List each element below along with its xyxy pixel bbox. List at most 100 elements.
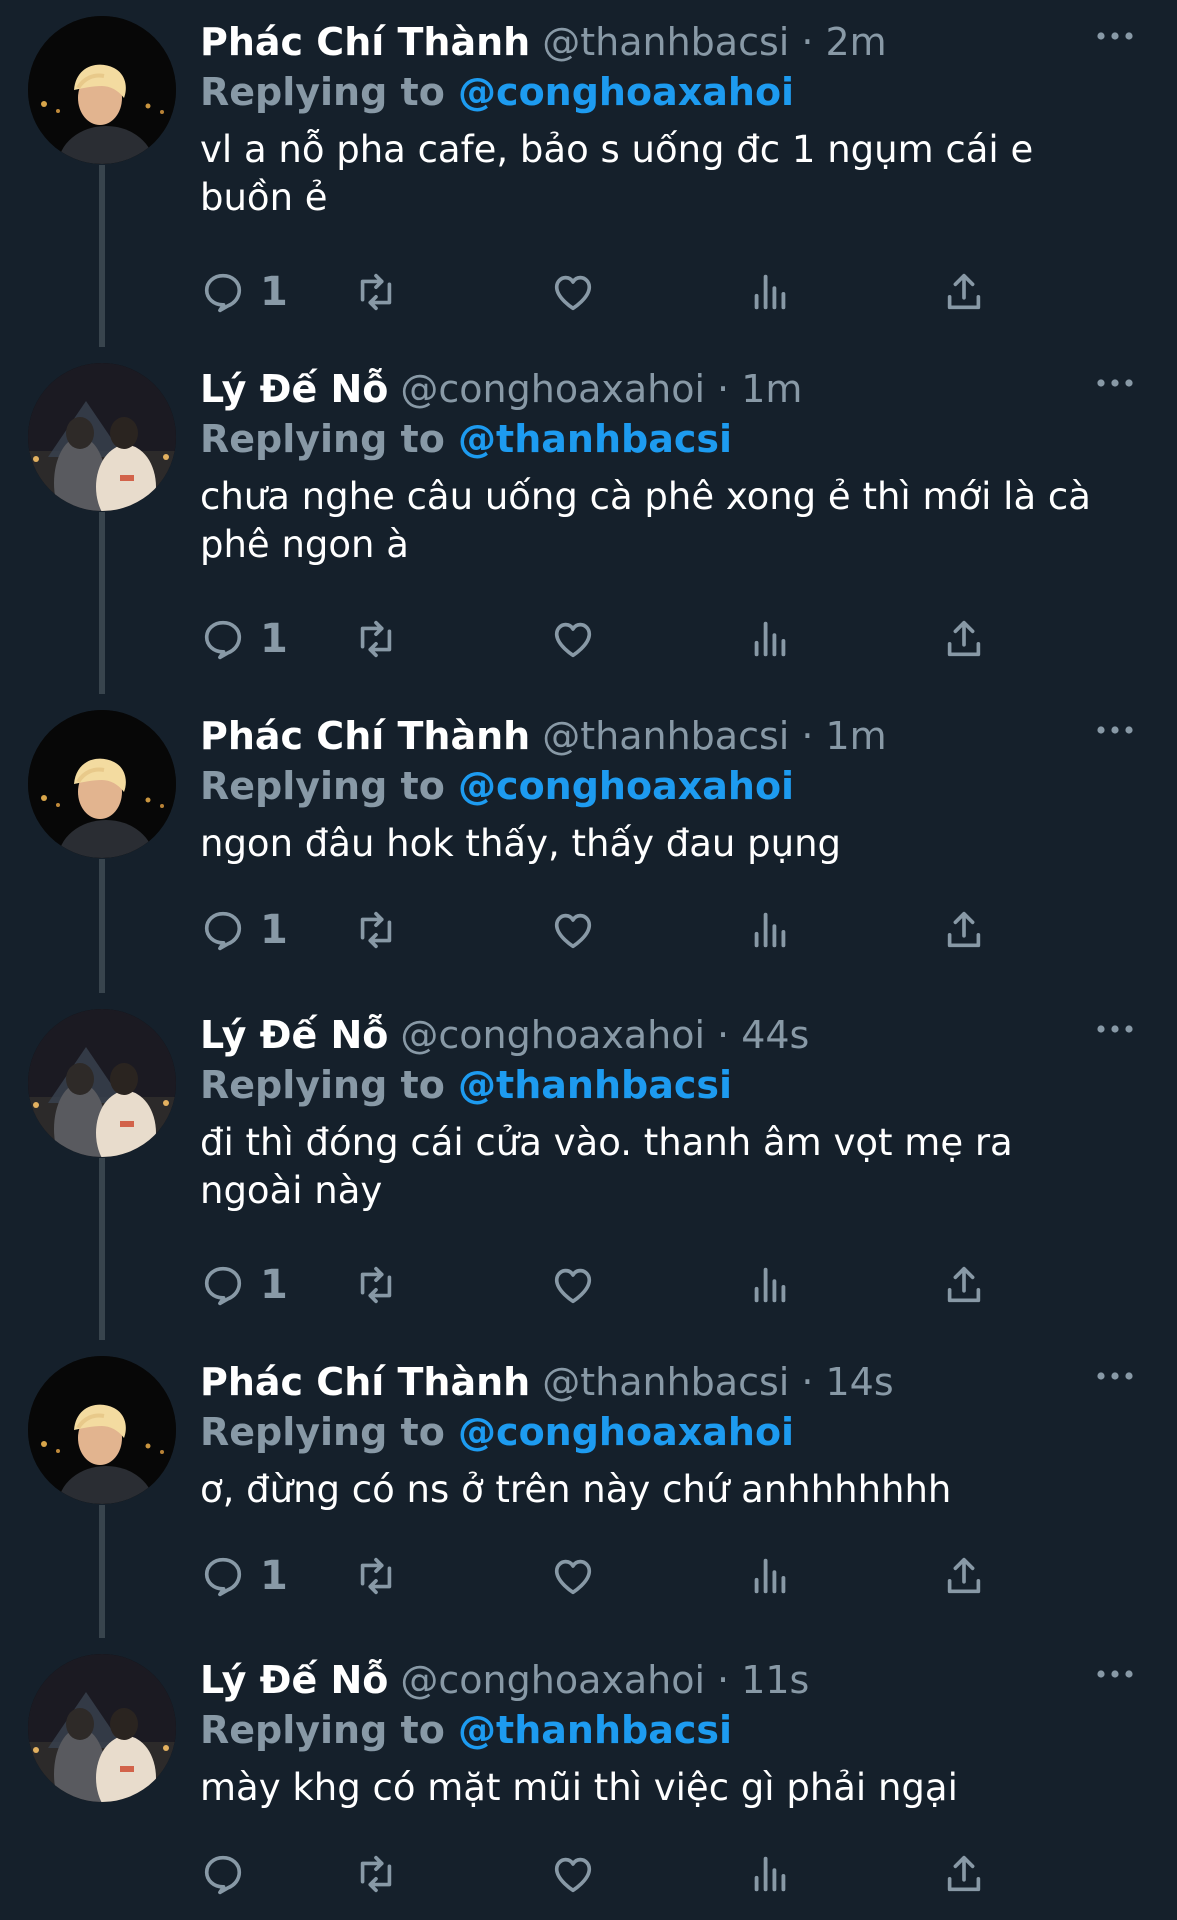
reply-count: 1: [260, 1553, 288, 1599]
handle[interactable]: @conghoaxahoi: [400, 367, 705, 411]
avatar[interactable]: [28, 710, 176, 858]
like-button[interactable]: [550, 262, 596, 322]
views-bar-icon: [754, 621, 786, 657]
retweet-icon: [360, 1266, 392, 1304]
retweet-button[interactable]: [353, 1844, 399, 1904]
tweet-actions: [200, 1844, 1060, 1904]
replying-to-label: Replying to: [200, 1708, 445, 1752]
heart-icon: [554, 1857, 592, 1893]
replying-to-handle[interactable]: @thanhbacsi: [458, 417, 732, 461]
more-dots-icon[interactable]: [1095, 375, 1135, 389]
avatar[interactable]: [28, 363, 176, 511]
tweet-body: Phác Chí Thành @thanhbacsi · 14s Replyin…: [200, 1360, 1117, 1514]
tweet-actions: 1: [200, 609, 1060, 669]
replying-to: Replying to @thanhbacsi: [200, 1063, 1117, 1113]
views-button[interactable]: [747, 1255, 793, 1315]
views-button[interactable]: [747, 609, 793, 669]
share-button[interactable]: [941, 1546, 987, 1606]
display-name[interactable]: Lý Đế Nỗ: [200, 367, 388, 411]
handle[interactable]: @thanhbacsi: [542, 1360, 789, 1404]
display-name[interactable]: Lý Đế Nỗ: [200, 1658, 388, 1702]
share-icon: [947, 273, 981, 310]
replying-to-handle[interactable]: @thanhbacsi: [458, 1708, 732, 1752]
more-dots-icon[interactable]: [1095, 1368, 1135, 1382]
replying-to-handle[interactable]: @thanhbacsi: [458, 1063, 732, 1107]
thread-line: [99, 512, 105, 694]
timestamp[interactable]: · 11s: [717, 1658, 809, 1702]
share-icon: [947, 1266, 981, 1303]
replying-to-handle[interactable]: @conghoaxahoi: [458, 1410, 794, 1454]
retweet-button[interactable]: [353, 609, 399, 669]
timestamp[interactable]: · 14s: [801, 1360, 893, 1404]
share-icon: [947, 620, 981, 657]
replying-to-label: Replying to: [200, 417, 445, 461]
more-dots-icon[interactable]: [1095, 1021, 1135, 1035]
share-button[interactable]: [941, 1844, 987, 1904]
display-name[interactable]: Phác Chí Thành: [200, 1360, 530, 1404]
share-button[interactable]: [941, 1255, 987, 1315]
avatar[interactable]: [28, 16, 176, 164]
display-name[interactable]: Phác Chí Thành: [200, 714, 530, 758]
timestamp[interactable]: · 1m: [801, 714, 886, 758]
tweet-body: Lý Đế Nỗ @conghoaxahoi · 44s Replying to…: [200, 1013, 1117, 1215]
avatar[interactable]: [28, 1356, 176, 1504]
handle[interactable]: @conghoaxahoi: [400, 1658, 705, 1702]
handle[interactable]: @conghoaxahoi: [400, 1013, 705, 1057]
like-button[interactable]: [550, 1255, 596, 1315]
replying-to-handle[interactable]: @conghoaxahoi: [458, 70, 794, 114]
more-dots-icon[interactable]: [1095, 28, 1135, 42]
like-button[interactable]: [550, 609, 596, 669]
heart-icon: [554, 1559, 592, 1595]
share-button[interactable]: [941, 900, 987, 960]
retweet-button[interactable]: [353, 900, 399, 960]
like-button[interactable]: [550, 900, 596, 960]
views-button[interactable]: [747, 1844, 793, 1904]
views-button[interactable]: [747, 1546, 793, 1606]
more-dots-icon[interactable]: [1095, 1666, 1135, 1680]
avatar[interactable]: [28, 1654, 176, 1802]
handle[interactable]: @thanhbacsi: [542, 714, 789, 758]
replying-to-label: Replying to: [200, 1410, 445, 1454]
reply-button[interactable]: 1: [200, 262, 288, 322]
reply-button[interactable]: 1: [200, 900, 288, 960]
reply-button[interactable]: 1: [200, 1255, 288, 1315]
more-dots-icon[interactable]: [1095, 722, 1135, 736]
views-bar-icon: [754, 1267, 786, 1303]
display-name[interactable]: Phác Chí Thành: [200, 20, 530, 64]
tweet-header: Phác Chí Thành @thanhbacsi · 14s: [200, 1360, 1117, 1408]
views-button[interactable]: [747, 262, 793, 322]
handle[interactable]: @thanhbacsi: [542, 20, 789, 64]
heart-icon: [554, 622, 592, 658]
timestamp[interactable]: · 1m: [717, 367, 802, 411]
reply-count: 1: [260, 1262, 288, 1308]
share-button[interactable]: [941, 609, 987, 669]
tweet-body: Lý Đế Nỗ @conghoaxahoi · 1m Replying to …: [200, 367, 1117, 569]
share-icon: [947, 1855, 981, 1892]
retweet-button[interactable]: [353, 1255, 399, 1315]
reply-count: 1: [260, 616, 288, 662]
reply-button[interactable]: [200, 1844, 246, 1904]
views-bar-icon: [754, 912, 786, 948]
reply-button[interactable]: 1: [200, 1546, 288, 1606]
heart-icon: [554, 913, 592, 949]
retweet-button[interactable]: [353, 1546, 399, 1606]
views-bar-icon: [754, 274, 786, 310]
like-button[interactable]: [550, 1546, 596, 1606]
replying-to-handle[interactable]: @conghoaxahoi: [458, 764, 794, 808]
share-button[interactable]: [941, 262, 987, 322]
reply-bubble-icon: [204, 911, 242, 951]
views-button[interactable]: [747, 900, 793, 960]
avatar[interactable]: [28, 1009, 176, 1157]
thread-line: [99, 859, 105, 993]
reply-count: 1: [260, 907, 288, 953]
timestamp[interactable]: · 44s: [717, 1013, 809, 1057]
timestamp[interactable]: · 2m: [801, 20, 886, 64]
like-button[interactable]: [550, 1844, 596, 1904]
replying-to: Replying to @thanhbacsi: [200, 417, 1117, 467]
display-name[interactable]: Lý Đế Nỗ: [200, 1013, 388, 1057]
retweet-button[interactable]: [353, 262, 399, 322]
tweet-actions: 1: [200, 262, 1060, 322]
tweet-header: Phác Chí Thành @thanhbacsi · 1m: [200, 714, 1117, 762]
tweet-header: Phác Chí Thành @thanhbacsi · 2m: [200, 20, 1117, 68]
reply-button[interactable]: 1: [200, 609, 288, 669]
